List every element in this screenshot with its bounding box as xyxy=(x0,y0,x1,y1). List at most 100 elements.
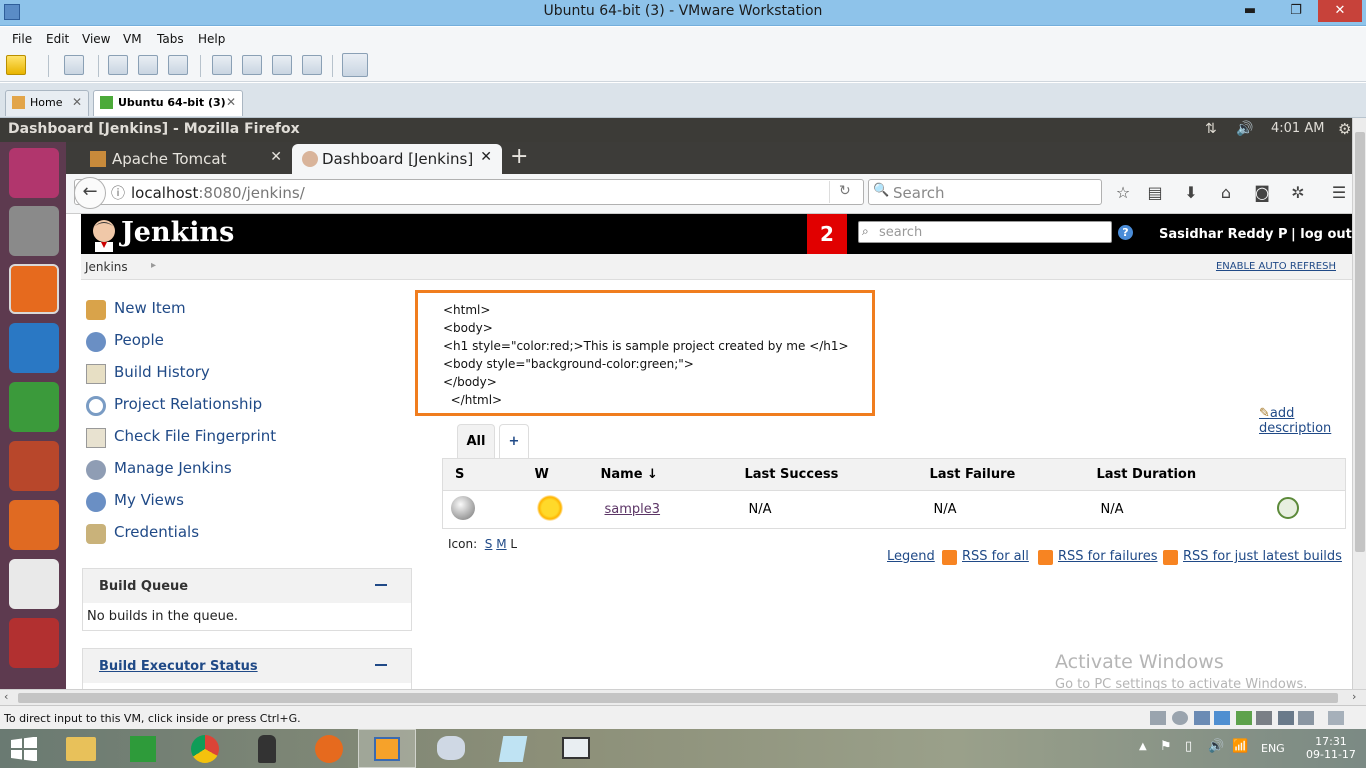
build-queue-title[interactable]: Build Queue xyxy=(99,579,188,594)
chrome-icon[interactable] xyxy=(178,729,232,768)
new-tab-button[interactable]: + xyxy=(510,144,528,169)
action-center-icon[interactable]: ⚑ xyxy=(1160,739,1172,754)
jenkins-logo[interactable]: Jenkins xyxy=(121,217,234,248)
user-name-link[interactable]: Sasidhar Reddy P xyxy=(1159,227,1288,242)
ubuntu-dash-icon[interactable] xyxy=(9,148,59,198)
menu-hamburger-icon[interactable]: ☰ xyxy=(1330,184,1348,202)
snapshot-icon[interactable] xyxy=(108,55,128,75)
gear-icon[interactable]: ⚙ xyxy=(1338,120,1351,138)
add-view-tab[interactable]: + xyxy=(499,424,529,459)
full-screen-icon[interactable] xyxy=(272,55,292,75)
firefox-search-box[interactable]: 🔍 Search xyxy=(868,179,1102,205)
show-library-icon[interactable] xyxy=(212,55,232,75)
col-name[interactable]: Name ↓ xyxy=(600,458,745,491)
floppy-icon[interactable] xyxy=(1194,711,1210,725)
panel-clock[interactable]: 4:01 AM xyxy=(1271,121,1324,136)
collapse-icon[interactable] xyxy=(375,664,387,666)
libreoffice-calc-icon[interactable] xyxy=(9,382,59,432)
pocket-icon[interactable]: ◙ xyxy=(1253,184,1271,202)
icon-size-medium-link[interactable]: M xyxy=(496,537,506,551)
help-icon[interactable]: ? xyxy=(1118,225,1133,240)
paint-icon[interactable] xyxy=(424,729,478,768)
libreoffice-impress-icon[interactable] xyxy=(9,441,59,491)
extension-icon[interactable]: ✲ xyxy=(1289,184,1307,202)
task-people[interactable]: People xyxy=(86,331,164,353)
task-new-item[interactable]: New Item xyxy=(86,299,186,321)
volume-icon[interactable]: 🔊 xyxy=(1208,739,1224,754)
breadcrumb-arrow-icon[interactable]: ▸ xyxy=(151,260,156,271)
console-view-icon[interactable] xyxy=(342,53,368,77)
network-icon[interactable]: ⇅ xyxy=(1205,121,1217,137)
url-bar[interactable]: ← ⓘ localhost:8080/jenkins/ ↻ xyxy=(74,177,864,209)
file-explorer-icon[interactable] xyxy=(54,729,108,768)
enable-auto-refresh-link[interactable]: ENABLE AUTO REFRESH xyxy=(1216,261,1336,272)
menu-help[interactable]: Help xyxy=(198,32,225,46)
system-settings-icon[interactable] xyxy=(9,618,59,668)
task-check-file-fingerprint[interactable]: Check File Fingerprint xyxy=(86,427,276,449)
pause-icon[interactable] xyxy=(6,55,26,75)
minimize-icon[interactable]: ▬ xyxy=(1230,0,1270,22)
col-status[interactable]: S xyxy=(442,458,527,491)
tab-all[interactable]: All xyxy=(457,424,495,459)
rss-all-link[interactable]: RSS for all xyxy=(942,549,1029,565)
store-icon[interactable] xyxy=(116,729,170,768)
menu-edit[interactable]: Edit xyxy=(46,32,69,46)
notepad-icon[interactable] xyxy=(486,729,540,768)
scroll-right-icon[interactable]: › xyxy=(1352,690,1356,703)
libreoffice-writer-icon[interactable] xyxy=(9,323,59,373)
network-adapter-icon[interactable] xyxy=(1214,711,1230,725)
scroll-left-icon[interactable]: ‹ xyxy=(4,690,8,703)
collapse-icon[interactable] xyxy=(375,584,387,586)
task-my-views[interactable]: My Views xyxy=(86,491,184,513)
snapshot-manager-icon[interactable] xyxy=(168,55,188,75)
chess-icon[interactable] xyxy=(240,729,294,768)
display-icon[interactable] xyxy=(1298,711,1314,725)
windows-start-icon[interactable] xyxy=(10,736,38,762)
thumbnail-bar-icon[interactable] xyxy=(242,55,262,75)
message-log-icon[interactable] xyxy=(1328,711,1344,725)
amazon-icon[interactable] xyxy=(9,559,59,609)
legend-link[interactable]: Legend xyxy=(887,549,935,564)
menu-view[interactable]: View xyxy=(82,32,110,46)
hard-disk-icon[interactable] xyxy=(1150,711,1166,725)
task-credentials[interactable]: Credentials xyxy=(86,523,199,545)
task-build-history[interactable]: Build History xyxy=(86,363,210,385)
col-last-success[interactable]: Last Success xyxy=(744,458,930,491)
col-last-duration[interactable]: Last Duration xyxy=(1096,458,1277,491)
vertical-scrollbar[interactable] xyxy=(1352,118,1366,689)
task-manage-jenkins[interactable]: Manage Jenkins xyxy=(86,459,232,481)
logout-link[interactable]: | log out xyxy=(1291,227,1352,242)
send-ctrl-alt-del-icon[interactable] xyxy=(64,55,84,75)
battery-icon[interactable]: ▯ xyxy=(1185,739,1192,754)
show-hidden-icons-icon[interactable]: ▲ xyxy=(1139,741,1147,752)
close-tab-icon[interactable]: ✕ xyxy=(72,95,82,109)
vmware-taskbar-icon[interactable] xyxy=(358,729,416,768)
close-tab-icon[interactable]: ✕ xyxy=(480,149,492,165)
rss-latest-link[interactable]: RSS for just latest builds xyxy=(1163,549,1342,565)
close-icon[interactable]: ✕ xyxy=(1318,0,1362,22)
jenkins-search-input[interactable]: ⌕ search xyxy=(858,221,1112,243)
cd-drive-icon[interactable] xyxy=(1172,711,1188,725)
scrollbar-thumb[interactable] xyxy=(1355,132,1365,552)
menu-tabs[interactable]: Tabs xyxy=(157,32,184,46)
build-executor-status-link[interactable]: Build Executor Status xyxy=(99,659,258,674)
home-icon[interactable]: ⌂ xyxy=(1217,184,1235,202)
input-language[interactable]: ENG xyxy=(1261,742,1285,755)
back-arrow-icon[interactable]: ← xyxy=(74,177,106,209)
firefox-taskbar-icon[interactable] xyxy=(302,729,356,768)
close-tab-icon[interactable]: ✕ xyxy=(226,95,236,109)
remote-desktop-icon[interactable] xyxy=(548,729,602,768)
menu-vm[interactable]: VM xyxy=(123,32,142,46)
revert-snapshot-icon[interactable] xyxy=(138,55,158,75)
usb-icon[interactable] xyxy=(1236,711,1252,725)
menu-file[interactable]: File xyxy=(12,32,32,46)
downloads-icon[interactable]: ⬇ xyxy=(1182,184,1200,202)
info-icon[interactable]: ⓘ xyxy=(111,183,125,203)
notification-badge[interactable]: 2 xyxy=(807,214,847,254)
reload-icon[interactable]: ↻ xyxy=(839,183,851,199)
volume-icon[interactable]: 🔊 xyxy=(1236,121,1253,137)
breadcrumb-jenkins[interactable]: Jenkins xyxy=(85,260,128,274)
url-text[interactable]: localhost:8080/jenkins/ xyxy=(131,184,305,202)
tab-home[interactable]: Home ✕ xyxy=(5,90,89,116)
status-ball-icon[interactable] xyxy=(451,495,475,520)
